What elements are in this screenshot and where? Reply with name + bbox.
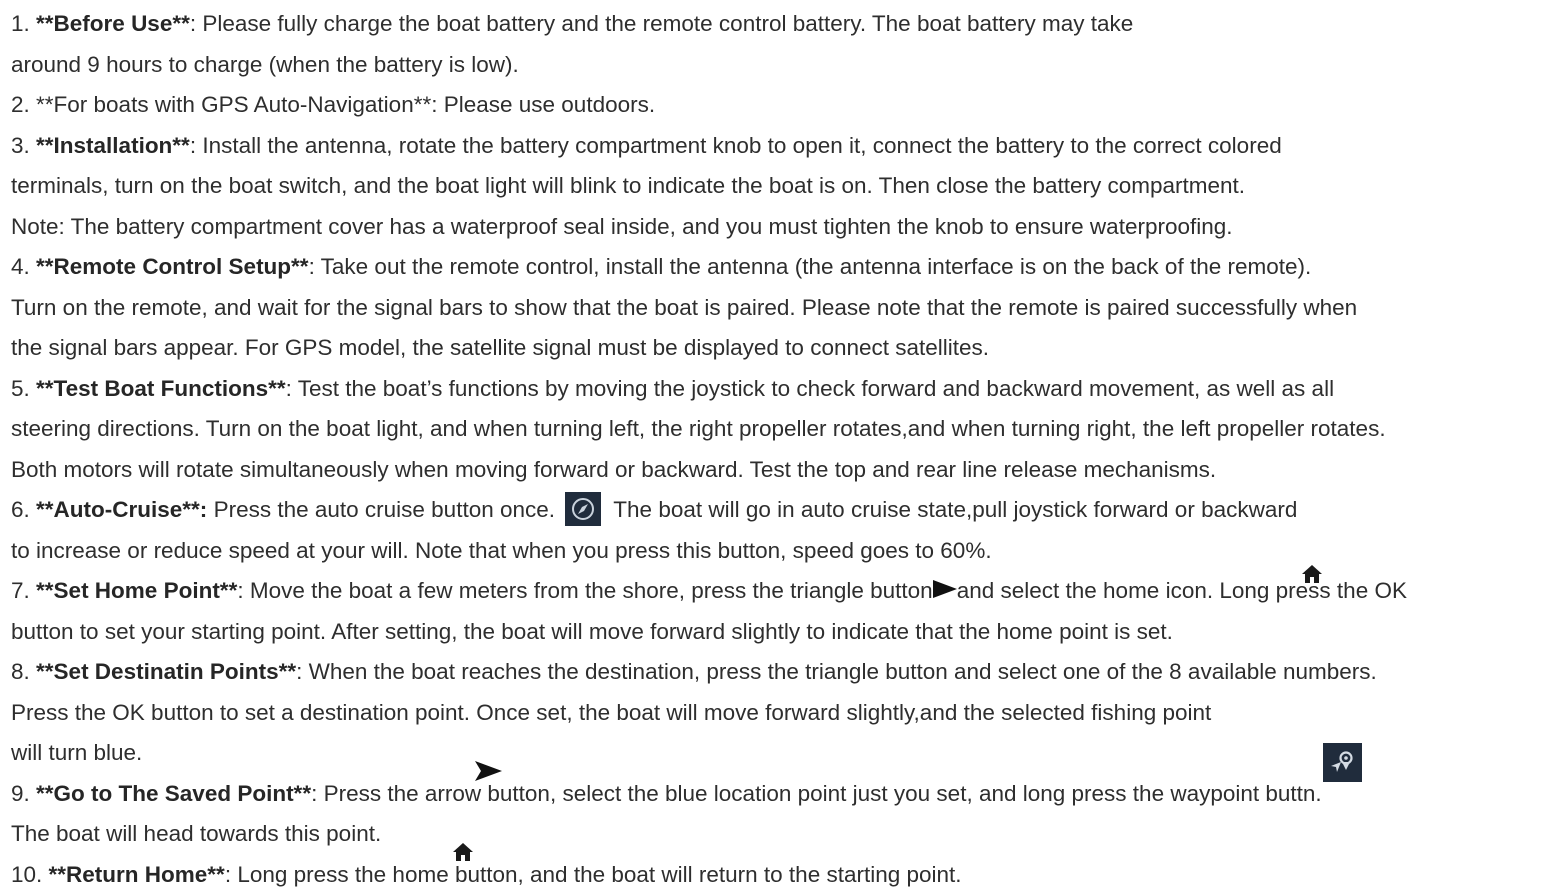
home-icon — [1301, 564, 1323, 584]
step-3-line-2: terminals, turn on the boat switch, and … — [11, 166, 1543, 207]
step-9-line-1: 9. **Go to The Saved Point**: Press the … — [11, 774, 1543, 815]
step-4-line-1: 4. **Remote Control Setup**: Take out th… — [11, 247, 1543, 288]
step-8-heading: **Set Destinatin Points** — [36, 659, 296, 684]
step-1-line-2: around 9 hours to charge (when the batte… — [11, 45, 1543, 86]
step-8-line-2: Press the OK button to set a destination… — [11, 693, 1543, 734]
step-7-heading: **Set Home Point** — [36, 578, 237, 603]
step-4-line-3: the signal bars appear. For GPS model, t… — [11, 328, 1543, 369]
home-icon — [452, 842, 474, 862]
step-10-line-1: 10. **Return Home**: Long press the home… — [11, 855, 1543, 895]
step-8-line-1: 8. **Set Destinatin Points**: When the b… — [11, 652, 1543, 693]
instruction-document: 1. **Before Use**: Please fully charge t… — [11, 4, 1543, 895]
step-1-line-1: 1. **Before Use**: Please fully charge t… — [11, 4, 1543, 45]
step-5-heading: **Test Boat Functions** — [36, 376, 286, 401]
step-3-note: Note: The battery compartment cover has … — [11, 207, 1543, 248]
step-3-line-1: 3. **Installation**: Install the antenna… — [11, 126, 1543, 167]
arrow-icon — [475, 761, 503, 781]
step-4-heading: **Remote Control Setup** — [36, 254, 309, 279]
step-10-heading: **Return Home** — [49, 862, 225, 887]
step-5-line-3: Both motors will rotate simultaneously w… — [11, 450, 1543, 491]
step-6-heading: **Auto-Cruise**: — [36, 497, 207, 522]
step-5-line-1: 5. **Test Boat Functions**: Test the boa… — [11, 369, 1543, 410]
compass-icon — [565, 492, 601, 526]
step-3-heading: **Installation** — [36, 133, 190, 158]
step-6-line-1: 6. **Auto-Cruise**: Press the auto cruis… — [11, 490, 1543, 531]
step-1-heading: **Before Use** — [36, 11, 190, 36]
step-5-line-2: steering directions. Turn on the boat li… — [11, 409, 1543, 450]
waypoint-icon — [1323, 743, 1362, 782]
step-7-line-2: button to set your starting point. After… — [11, 612, 1543, 653]
step-4-line-2: Turn on the remote, and wait for the sig… — [11, 288, 1543, 329]
step-9-line-2: The boat will head towards this point. — [11, 814, 1543, 855]
triangle-arrow-icon — [933, 580, 957, 598]
step-9-heading: **Go to The Saved Point** — [36, 781, 311, 806]
step-2-line-1: 2. **For boats with GPS Auto-Navigation*… — [11, 85, 1543, 126]
step-8-line-3: will turn blue. — [11, 733, 1543, 774]
